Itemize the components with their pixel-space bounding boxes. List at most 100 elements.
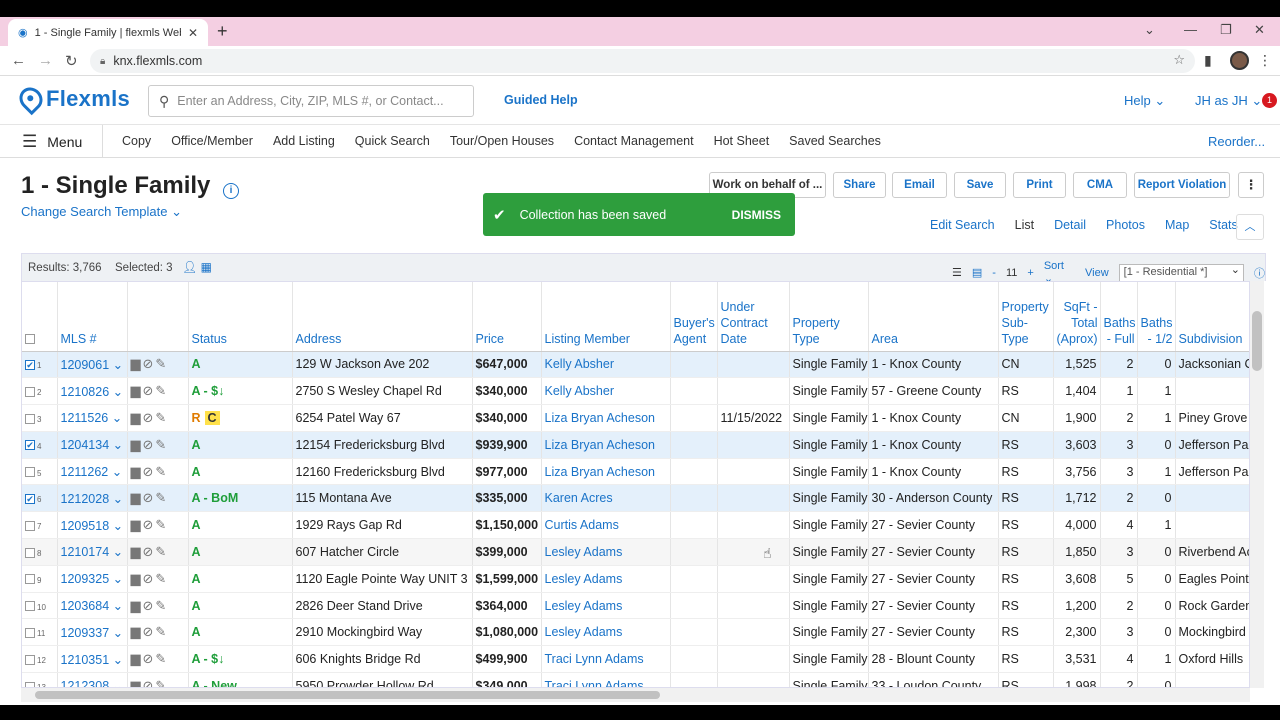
- listing-member-link[interactable]: Karen Acres: [545, 491, 613, 505]
- row-checkbox[interactable]: [25, 628, 35, 639]
- forward-icon[interactable]: →: [38, 52, 53, 69]
- search-input[interactable]: ⚲ Enter an Address, City, ZIP, MLS #, or…: [148, 85, 474, 117]
- table-row[interactable]: 9 1209325 ⌄ ▆⊘✎ A 1120 Eagle Pointe Way UNIT…: [22, 565, 1249, 593]
- menu-item-saved-searches[interactable]: Saved Searches: [779, 134, 891, 148]
- mls-number-link[interactable]: 1203684: [61, 599, 110, 613]
- row-action-icons[interactable]: ▆⊘✎: [131, 651, 169, 666]
- tab-edit-search[interactable]: Edit Search: [920, 218, 1005, 232]
- mls-number-link[interactable]: 1211262: [61, 465, 109, 479]
- listing-member-link[interactable]: Lesley Adams: [545, 599, 623, 613]
- table-row[interactable]: ✔ 6 1212028 ⌄ ▆⊘✎ A - BoM 115 Montana Ave $335…: [22, 484, 1249, 513]
- tab-detail[interactable]: Detail: [1044, 218, 1096, 232]
- block-icon[interactable]: ⊘: [143, 571, 156, 586]
- chevron-down-icon[interactable]: ⌄: [109, 572, 123, 586]
- collapse-icon[interactable]: ︿: [1236, 214, 1264, 240]
- menu-button[interactable]: ☰ Menu: [22, 132, 82, 152]
- edit-icon[interactable]: ✎: [155, 651, 168, 666]
- new-tab-button[interactable]: +: [217, 21, 228, 42]
- row-checkbox[interactable]: [25, 547, 35, 558]
- mls-number-link[interactable]: 1211526: [61, 411, 109, 425]
- edit-icon[interactable]: ✎: [155, 571, 168, 586]
- block-icon[interactable]: ⊘: [143, 544, 156, 559]
- edit-icon[interactable]: ✎: [155, 410, 168, 425]
- chevron-down-icon[interactable]: ⌄: [109, 653, 123, 667]
- mls-number-link[interactable]: 1209518: [61, 519, 110, 533]
- listing-member-link[interactable]: Lesley Adams: [545, 572, 623, 586]
- close-window-icon[interactable]: ✕: [1254, 22, 1265, 38]
- column-header[interactable]: Baths - 1/2: [1137, 282, 1176, 352]
- notification-badge[interactable]: 1: [1262, 93, 1277, 108]
- column-header[interactable]: SqFt - Total (Aprox): [1053, 282, 1101, 352]
- row-action-icons[interactable]: ▆⊘✎: [131, 490, 169, 505]
- briefcase-icon[interactable]: ▆: [131, 544, 143, 559]
- minimize-icon[interactable]: —: [1184, 22, 1197, 37]
- briefcase-icon[interactable]: ▆: [131, 598, 143, 613]
- row-checkbox[interactable]: [25, 386, 35, 397]
- listing-member-link[interactable]: Traci Lynn Adams: [545, 679, 644, 687]
- column-header[interactable]: Price: [472, 282, 542, 352]
- chevron-down-icon[interactable]: ⌄: [109, 385, 123, 399]
- mls-number-link[interactable]: 1210351: [61, 653, 110, 667]
- reload-icon[interactable]: ↻: [65, 52, 78, 70]
- tab-search-icon[interactable]: ⌄: [1144, 22, 1155, 38]
- reorder-link[interactable]: Reorder...: [1208, 134, 1265, 149]
- table-row[interactable]: 2 1210826 ⌄ ▆⊘✎ A - $↓ 2750 S Wesley Chapel …: [22, 377, 1249, 406]
- row-checkbox[interactable]: ✔: [25, 440, 35, 451]
- column-header[interactable]: Under Contract Date: [717, 282, 790, 352]
- edit-icon[interactable]: ✎: [155, 517, 168, 532]
- chevron-down-icon[interactable]: ⌄: [109, 492, 123, 506]
- tab-map[interactable]: Map: [1155, 218, 1199, 232]
- mls-number-link[interactable]: 1212308: [61, 679, 110, 687]
- edit-icon[interactable]: ✎: [155, 464, 168, 479]
- vertical-scroll-thumb[interactable]: [1252, 311, 1262, 371]
- row-action-icons[interactable]: ▆⊘✎: [131, 517, 169, 532]
- row-action-icons[interactable]: ▆⊘✎: [131, 410, 169, 425]
- row-action-icons[interactable]: ▆⊘✎: [131, 624, 169, 639]
- row-action-icons[interactable]: ▆⊘✎: [131, 356, 169, 371]
- column-header[interactable]: Status: [188, 282, 293, 352]
- tab-list[interactable]: List: [1005, 218, 1044, 232]
- column-header[interactable]: Property Type: [789, 282, 869, 352]
- briefcase-icon[interactable]: ▆: [131, 624, 143, 639]
- column-header[interactable]: Baths - Full: [1100, 282, 1138, 352]
- listing-member-link[interactable]: Lesley Adams: [545, 545, 623, 559]
- edit-icon[interactable]: ✎: [155, 678, 168, 687]
- browser-menu-icon[interactable]: ⋮: [1258, 52, 1272, 69]
- mls-number-link[interactable]: 1212028: [61, 492, 110, 506]
- edit-icon[interactable]: ✎: [155, 598, 168, 613]
- row-action-icons[interactable]: ▆⊘✎: [131, 678, 169, 687]
- horizontal-scroll-thumb[interactable]: [35, 691, 660, 699]
- briefcase-icon[interactable]: ▆: [131, 410, 143, 425]
- listing-member-link[interactable]: Traci Lynn Adams: [545, 652, 644, 666]
- table-row[interactable]: ✔ 4 1204134 ⌄ ▆⊘✎ A 12154 Fredericksburg Blvd…: [22, 431, 1249, 459]
- block-icon[interactable]: ⊘: [143, 598, 156, 613]
- change-search-template-link[interactable]: Change Search Template ⌄: [21, 204, 182, 220]
- menu-item-office-member[interactable]: Office/Member: [161, 134, 263, 148]
- row-checkbox[interactable]: ✔: [25, 494, 35, 505]
- chevron-down-icon[interactable]: ⌄: [108, 465, 122, 479]
- block-icon[interactable]: ⊘: [143, 410, 156, 425]
- chevron-down-icon[interactable]: ⌄: [109, 679, 123, 687]
- row-action-icons[interactable]: ▆⊘✎: [131, 544, 169, 559]
- vertical-scrollbar[interactable]: [1250, 281, 1264, 688]
- table-row[interactable]: 3 1211526 ⌄ ▆⊘✎ R C 6254 Patel Way 67 $340,000…: [22, 404, 1249, 432]
- block-icon[interactable]: ⊘: [143, 437, 156, 452]
- edit-icon[interactable]: ✎: [155, 544, 168, 559]
- mls-number-link[interactable]: 1210826: [61, 385, 110, 399]
- url-field[interactable]: 🔒︎ knx.flexmls.com ☆: [90, 49, 1195, 73]
- row-action-icons[interactable]: ▆⊘✎: [131, 571, 169, 586]
- briefcase-icon[interactable]: ▆: [131, 490, 143, 505]
- listing-member-link[interactable]: Liza Bryan Acheson: [545, 465, 656, 479]
- email-button[interactable]: Email: [892, 172, 947, 198]
- row-action-icons[interactable]: ▆⊘✎: [131, 383, 169, 398]
- chevron-down-icon[interactable]: ⌄: [109, 545, 123, 559]
- edit-icon[interactable]: ✎: [155, 624, 168, 639]
- list-view-icon[interactable]: ☰: [952, 266, 962, 279]
- briefcase-icon[interactable]: ▆: [131, 464, 143, 479]
- briefcase-icon[interactable]: ▆: [131, 678, 143, 687]
- horizontal-scrollbar[interactable]: [21, 688, 1250, 702]
- briefcase-icon[interactable]: ▆: [131, 356, 143, 371]
- column-header[interactable]: Property Sub-Type: [998, 282, 1054, 352]
- edit-icon[interactable]: ✎: [155, 356, 168, 371]
- menu-item-add-listing[interactable]: Add Listing: [263, 134, 345, 148]
